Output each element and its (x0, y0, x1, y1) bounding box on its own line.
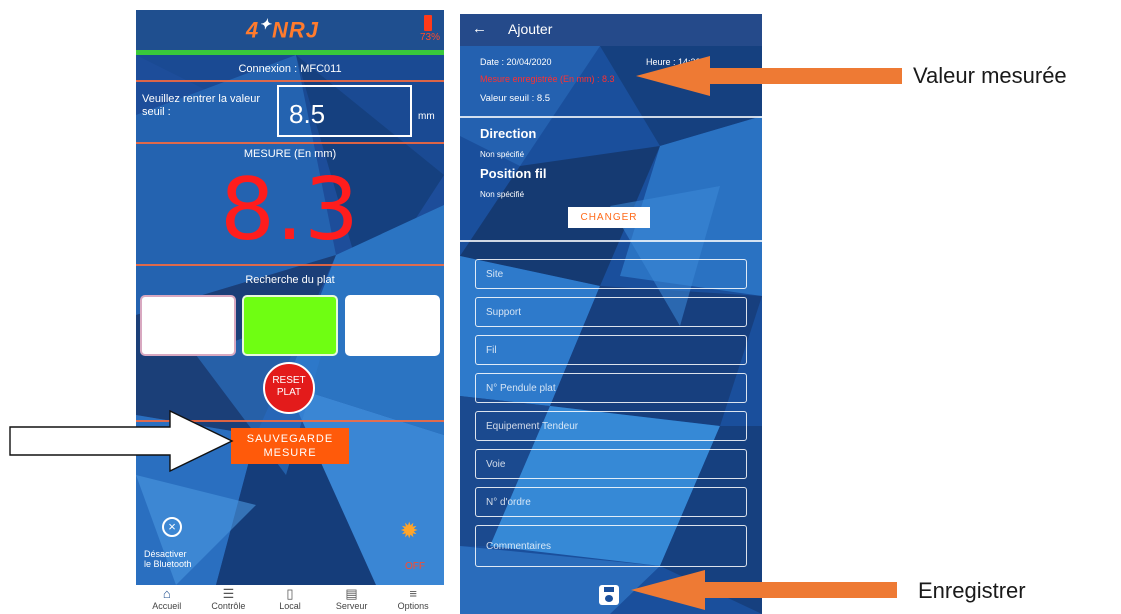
app-logo: 4✦NRJ (246, 16, 319, 43)
support-field[interactable]: Support (475, 297, 747, 327)
flat-indicator-center (242, 295, 338, 356)
wire-position-value: Non spécifié (480, 190, 525, 199)
tab-options[interactable]: ≡ Options (382, 585, 444, 614)
save-label: MESURE (263, 447, 317, 459)
battery-percentage: 73% (419, 32, 440, 43)
annotation-arrow-measure (636, 56, 902, 96)
menu-icon: ≡ (409, 586, 417, 601)
equipement-tendeur-field[interactable]: Equipement Tendeur (475, 411, 747, 441)
wire-position-heading: Position fil (480, 166, 547, 181)
back-arrow-icon[interactable]: ← (472, 20, 487, 37)
annotation-save: Enregistrer (918, 578, 1026, 603)
checklist-icon: ☰ (222, 586, 235, 601)
voie-field[interactable]: Voie (475, 449, 747, 479)
fil-field[interactable]: Fil (475, 335, 747, 365)
tab-local[interactable]: ▯ Local (259, 585, 321, 614)
divider (136, 142, 444, 144)
direction-value: Non spécifié (480, 150, 525, 159)
bottom-tab-bar: ⌂ Accueil ☰ Contrôle ▯ Local ▤ Serveur ≡ Opti… (136, 585, 444, 614)
tab-accueil[interactable]: ⌂ Accueil (136, 585, 198, 614)
annotation-arrow-save (631, 570, 897, 610)
phone-icon: ▯ (286, 586, 294, 601)
flat-search-label: Recherche du plat (245, 274, 335, 286)
recorded-measure-label: Mesure enregistrée (En mm) : 8.3 (480, 74, 615, 84)
annotation-measured-value: Valeur mesurée (913, 63, 1067, 88)
reset-flat-button[interactable]: RESET PLAT (263, 362, 315, 414)
reset-label: PLAT (276, 387, 302, 398)
direction-heading: Direction (480, 126, 537, 141)
battery-icon (424, 15, 432, 31)
divider (136, 80, 444, 82)
home-screen: 4✦NRJ 73% Connexion : MFC011 Veuillez re… (136, 10, 444, 614)
measure-value: 8.3 (220, 160, 360, 260)
divider (136, 264, 444, 266)
close-bluetooth-icon[interactable]: × (162, 517, 182, 537)
disable-bluetooth-label[interactable]: Désactiver le Bluetooth (144, 549, 224, 569)
threshold-unit: mm (418, 111, 435, 122)
flat-indicator-right (345, 295, 440, 356)
top-bar: 4✦NRJ 73% (136, 10, 444, 50)
divider (460, 240, 762, 242)
threshold-label: Veuillez rentrer la valeur seuil : (142, 93, 261, 118)
page-title: Ajouter (508, 21, 553, 37)
add-measure-screen: ← Ajouter Date : 20/04/2020 Heure : 14:3… (460, 14, 762, 614)
save-measure-button[interactable]: SAUVEGARDE MESURE (231, 428, 349, 464)
reset-label: RESET (272, 375, 306, 386)
change-button[interactable]: CHANGER (568, 207, 650, 228)
pendule-plat-field[interactable]: N° Pendule plat (475, 373, 747, 403)
server-icon: ▤ (345, 586, 358, 601)
site-field[interactable]: Site (475, 259, 747, 289)
pointer-arrow-white (9, 409, 234, 473)
save-label: SAUVEGARDE (246, 433, 334, 445)
date-label: Date : 20/04/2020 (480, 57, 552, 67)
tab-controle[interactable]: ☰ Contrôle (198, 585, 260, 614)
connection-label: Connexion : MFC011 (238, 63, 342, 75)
tab-serveur[interactable]: ▤ Serveur (321, 585, 383, 614)
light-status-label: OFF (405, 561, 425, 572)
divider (460, 116, 762, 118)
header-bar: ← Ajouter (460, 14, 762, 46)
threshold-input[interactable]: 8.5 (277, 85, 412, 137)
comments-field[interactable]: Commentaires (475, 525, 747, 567)
home-icon: ⌂ (162, 586, 171, 601)
threshold-value-label: Valeur seuil : 8.5 (480, 93, 551, 104)
lightbulb-icon[interactable]: ✹ (400, 518, 418, 544)
measure-label: MESURE (En mm) (243, 148, 337, 160)
flat-indicator-left (140, 295, 236, 356)
ordre-field[interactable]: N° d'ordre (475, 487, 747, 517)
save-icon[interactable] (599, 585, 619, 605)
